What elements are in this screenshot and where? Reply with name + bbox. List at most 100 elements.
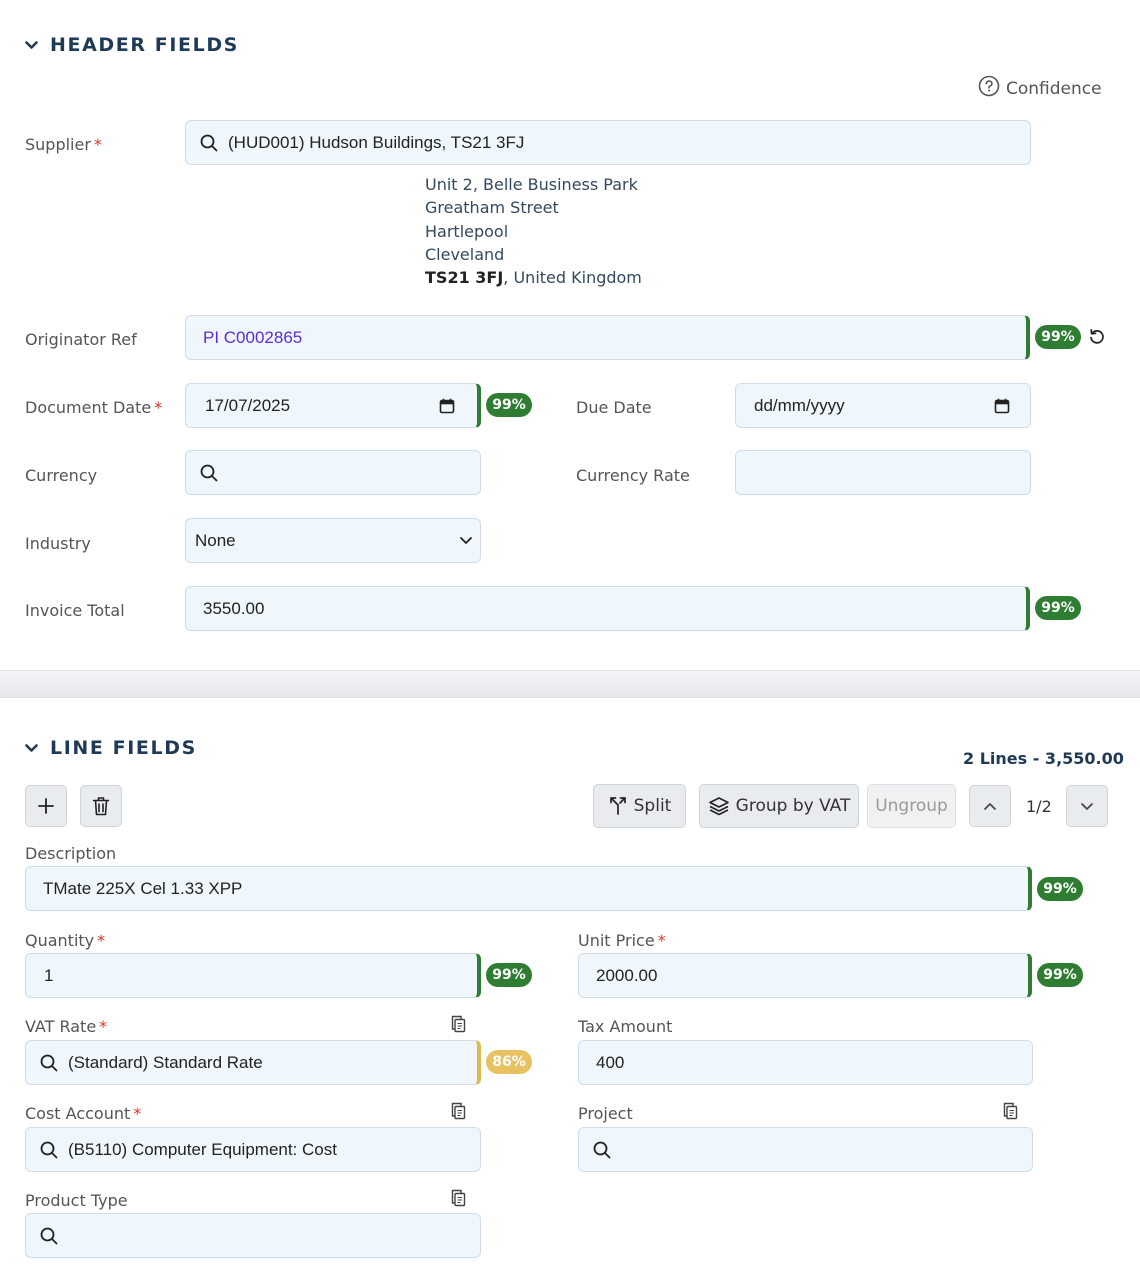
document-date-label: Document Date *: [25, 398, 163, 417]
calendar-icon[interactable]: [994, 398, 1010, 414]
invoice-total-input[interactable]: 3550.00: [185, 586, 1030, 631]
help-circle-icon: [978, 75, 1000, 102]
originator-ref-input[interactable]: PI C0002865: [185, 315, 1030, 360]
description-label: Description: [25, 844, 117, 863]
originator-ref-confidence-badge: 99%: [1035, 325, 1081, 349]
currency-rate-label: Currency Rate: [576, 466, 690, 485]
invoice-total-label: Invoice Total: [25, 601, 125, 620]
address-line-1: Unit 2, Belle Business Park: [425, 175, 638, 194]
split-label: Split: [633, 796, 672, 816]
unit-price-label: Unit Price *: [578, 931, 666, 950]
search-icon: [40, 1141, 58, 1158]
address-postcode: TS21 3FJ: [425, 268, 504, 288]
tax-amount-value: 400: [596, 1052, 625, 1072]
plus-icon: [38, 798, 54, 814]
address-line-4: Cleveland: [425, 244, 505, 264]
description-input[interactable]: TMate 225X Cel 1.33 XPP: [25, 866, 1032, 911]
unit-price-value: 2000.00: [596, 965, 658, 985]
confidence-toggle[interactable]: Confidence: [978, 75, 1102, 102]
ungroup-button[interactable]: Ungroup: [867, 784, 956, 828]
supplier-label: Supplier *: [25, 135, 102, 154]
quantity-label: Quantity *: [25, 931, 106, 950]
cost-account-search-input[interactable]: (B5110) Computer Equipment: Cost: [25, 1127, 481, 1172]
quantity-input[interactable]: 1: [25, 953, 481, 998]
cost-account-label: Cost Account *: [25, 1104, 142, 1123]
description-confidence-badge: 99%: [1037, 877, 1083, 901]
currency-label: Currency: [25, 466, 98, 485]
next-line-button[interactable]: [1066, 785, 1108, 827]
group-by-vat-label: Group by VAT: [735, 796, 851, 816]
unit-price-input[interactable]: 2000.00: [578, 953, 1032, 998]
layers-icon: [708, 797, 729, 816]
unit-price-confidence-badge: 99%: [1037, 963, 1083, 987]
trash-icon: [92, 797, 110, 816]
chevron-down-icon: [460, 537, 472, 544]
supplier-value: (HUD001) Hudson Buildings, TS21 3FJ: [228, 132, 525, 152]
due-date-placeholder: dd/mm/yyyy: [754, 395, 845, 415]
industry-label: Industry: [25, 534, 91, 553]
project-label: Project: [578, 1104, 633, 1123]
due-date-label: Due Date: [576, 398, 652, 417]
copy-icon[interactable]: [1002, 1102, 1018, 1125]
line-fields-toggle[interactable]: LINE FIELDS: [24, 737, 197, 759]
chevron-down-icon: [1081, 802, 1093, 810]
invoice-total-confidence-badge: 99%: [1035, 596, 1081, 620]
undo-icon[interactable]: [1088, 328, 1106, 351]
split-icon: [609, 797, 626, 815]
address-country: , United Kingdom: [503, 268, 642, 288]
currency-rate-input[interactable]: [735, 450, 1031, 495]
chevron-down-icon: [24, 741, 38, 755]
search-icon: [40, 1054, 58, 1071]
calendar-icon[interactable]: [439, 398, 455, 414]
address-line-5: TS21 3FJ, United Kingdom: [425, 266, 642, 289]
due-date-input[interactable]: dd/mm/yyyy: [735, 383, 1031, 428]
search-icon: [40, 1227, 58, 1244]
supplier-search-input[interactable]: (HUD001) Hudson Buildings, TS21 3FJ: [185, 120, 1031, 165]
vat-rate-label: VAT Rate *: [25, 1017, 108, 1036]
address-line-2: Greatham Street: [425, 198, 559, 218]
industry-select[interactable]: None: [185, 518, 481, 563]
search-icon: [200, 134, 218, 151]
copy-icon[interactable]: [450, 1015, 466, 1038]
supplier-address: Unit 2, Belle Business Park Greatham Str…: [425, 173, 642, 289]
cost-account-value: (B5110) Computer Equipment: Cost: [68, 1139, 337, 1159]
group-by-vat-button[interactable]: Group by VAT: [699, 784, 859, 828]
chevron-up-icon: [984, 802, 996, 810]
line-pager: 1/2: [1026, 797, 1052, 816]
ungroup-label: Ungroup: [875, 796, 948, 816]
quantity-confidence-badge: 99%: [486, 963, 532, 987]
header-fields-toggle[interactable]: HEADER FIELDS: [24, 34, 239, 56]
currency-search-input[interactable]: [185, 450, 481, 495]
delete-line-button[interactable]: [80, 785, 122, 827]
search-icon: [200, 464, 218, 481]
document-date-input[interactable]: 17/07/2025: [185, 383, 481, 428]
search-icon: [593, 1141, 611, 1158]
line-fields-title: LINE FIELDS: [50, 737, 197, 759]
split-button[interactable]: Split: [593, 784, 686, 828]
copy-icon[interactable]: [450, 1102, 466, 1125]
confidence-label: Confidence: [1006, 78, 1102, 99]
document-date-value: 17/07/2025: [205, 395, 291, 415]
section-divider: [0, 670, 1140, 698]
industry-selected: None: [195, 530, 236, 550]
originator-ref-label: Originator Ref: [25, 330, 137, 349]
address-line-3: Hartlepool: [425, 221, 509, 241]
previous-line-button[interactable]: [969, 785, 1011, 827]
product-type-label: Product Type: [25, 1191, 128, 1210]
product-type-search-input[interactable]: [25, 1213, 481, 1258]
quantity-value: 1: [44, 965, 54, 985]
vat-rate-value: (Standard) Standard Rate: [68, 1052, 263, 1072]
tax-amount-input[interactable]: 400: [578, 1040, 1033, 1085]
copy-icon[interactable]: [450, 1189, 466, 1212]
line-summary: 2 Lines - 3,550.00: [963, 749, 1124, 768]
document-date-confidence-badge: 99%: [486, 393, 532, 417]
originator-ref-value: PI C0002865: [203, 327, 303, 347]
chevron-down-icon: [24, 38, 38, 52]
description-value: TMate 225X Cel 1.33 XPP: [43, 878, 243, 898]
project-search-input[interactable]: [578, 1127, 1033, 1172]
vat-rate-confidence-badge: 86%: [486, 1050, 532, 1074]
invoice-total-value: 3550.00: [203, 598, 265, 618]
add-line-button[interactable]: [25, 785, 67, 827]
vat-rate-search-input[interactable]: (Standard) Standard Rate: [25, 1040, 481, 1085]
header-fields-title: HEADER FIELDS: [50, 34, 239, 56]
